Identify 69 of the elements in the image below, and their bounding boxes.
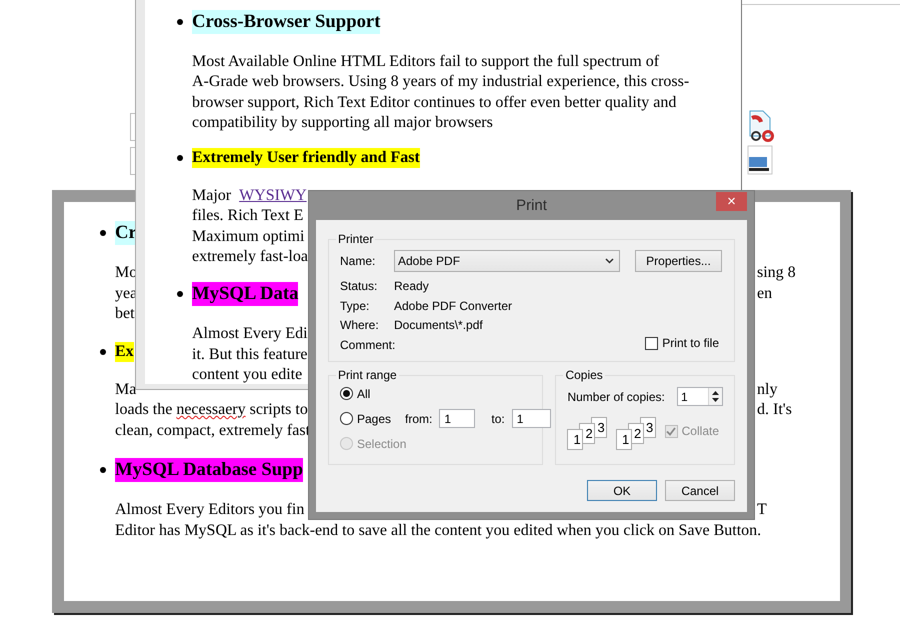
text-fragment: T	[757, 500, 767, 520]
group-label: Print range	[337, 368, 398, 382]
bullet	[177, 291, 183, 298]
radio-button[interactable]	[340, 387, 353, 400]
text-line: Almost Every Edi	[192, 324, 308, 344]
checkbox[interactable]	[645, 336, 658, 350]
field-value: Documents\*.pdf	[394, 318, 484, 334]
section-heading: MySQL Database Supp	[115, 458, 303, 482]
field-label: Comment:	[340, 338, 396, 353]
page-sheet: 1	[567, 429, 584, 450]
text-line: Major	[192, 187, 232, 204]
section-heading: Cr	[115, 221, 137, 245]
text-line: Editor has MySQL as it's back-end to save all the content you edited when you click on Save Button.	[115, 520, 762, 540]
bullet	[177, 19, 183, 25]
radio-label: Pages	[357, 412, 392, 426]
radio-label: Selection	[357, 436, 406, 450]
bullet	[177, 155, 183, 162]
text-fragment: en	[757, 284, 774, 304]
radio-label: All	[357, 386, 370, 400]
page-sheet: 1	[616, 429, 632, 450]
dialog-title: Print	[516, 197, 547, 214]
bullet	[100, 230, 106, 236]
text-line: Ma	[115, 380, 136, 400]
link[interactable]: WYSIWY	[239, 187, 307, 204]
dialog-button[interactable]: Cancel	[665, 480, 735, 501]
section-heading: Ex	[115, 342, 134, 362]
printer-dropdown[interactable]: Adobe PDF	[394, 250, 620, 272]
section-heading: Cross-Browser Support	[192, 10, 380, 34]
dialog-button[interactable]: OK	[587, 480, 657, 501]
input-field[interactable]: 1	[512, 409, 551, 428]
text-line: clean, compact, extremely fast	[115, 420, 310, 440]
radio-button[interactable]	[340, 412, 353, 425]
text-line: bet	[115, 304, 135, 324]
text-line: browser support, Rich Text Editor continues to offer even better quality and	[192, 92, 676, 113]
close-button[interactable]: ×	[716, 192, 747, 211]
field-label: Name:	[340, 254, 376, 268]
field-value: Ready	[394, 279, 430, 294]
field-value: Adobe PDF Converter	[394, 298, 514, 314]
section-heading: Extremely User friendly and Fast	[192, 148, 420, 168]
text-line: Maximum optimi	[192, 226, 304, 247]
text-line: loads the necessaery scripts to	[115, 400, 308, 420]
field-label: Type:	[340, 298, 370, 314]
text-line: it. But this feature	[192, 344, 308, 365]
bullet	[100, 348, 106, 354]
text-line: Most Available Online HTML Editors fail to support the full spectrum of	[192, 52, 660, 72]
group-label: Copies	[564, 368, 604, 382]
properties-button[interactable]: Properties...	[635, 250, 722, 272]
field-label: Where:	[340, 318, 380, 334]
bullet	[100, 467, 106, 473]
text-line: files. Rich Text E	[192, 206, 304, 226]
copies-spinner[interactable]: 1	[677, 387, 723, 406]
input-field[interactable]: 1	[439, 409, 476, 428]
text-fragment: nly	[757, 380, 778, 400]
text-line: compatibility by supporting all major browsers	[192, 112, 493, 133]
text-fragment: sing 8	[757, 263, 796, 283]
text-line: content you edite	[192, 364, 302, 385]
field-label: from:	[405, 412, 432, 426]
field-label: Number of copies:	[567, 390, 665, 404]
group-label: Printer	[337, 232, 374, 246]
text-line: Almost Every Editors you fin	[115, 500, 304, 520]
chevron-down-icon	[605, 258, 614, 264]
text-line: extremely fast-loa	[192, 247, 308, 268]
text-line: A-Grade web browsers. Using 8 years of my industrial experience, this cross-	[192, 72, 690, 92]
checkbox-label: Collate	[682, 424, 719, 438]
checkbox-label: Print to file	[662, 336, 719, 351]
field-label: Status:	[340, 279, 378, 294]
spinner-arrows-icon[interactable]	[708, 388, 722, 405]
text-fragment: d. It's	[757, 400, 792, 420]
field-label: to:	[491, 412, 505, 426]
